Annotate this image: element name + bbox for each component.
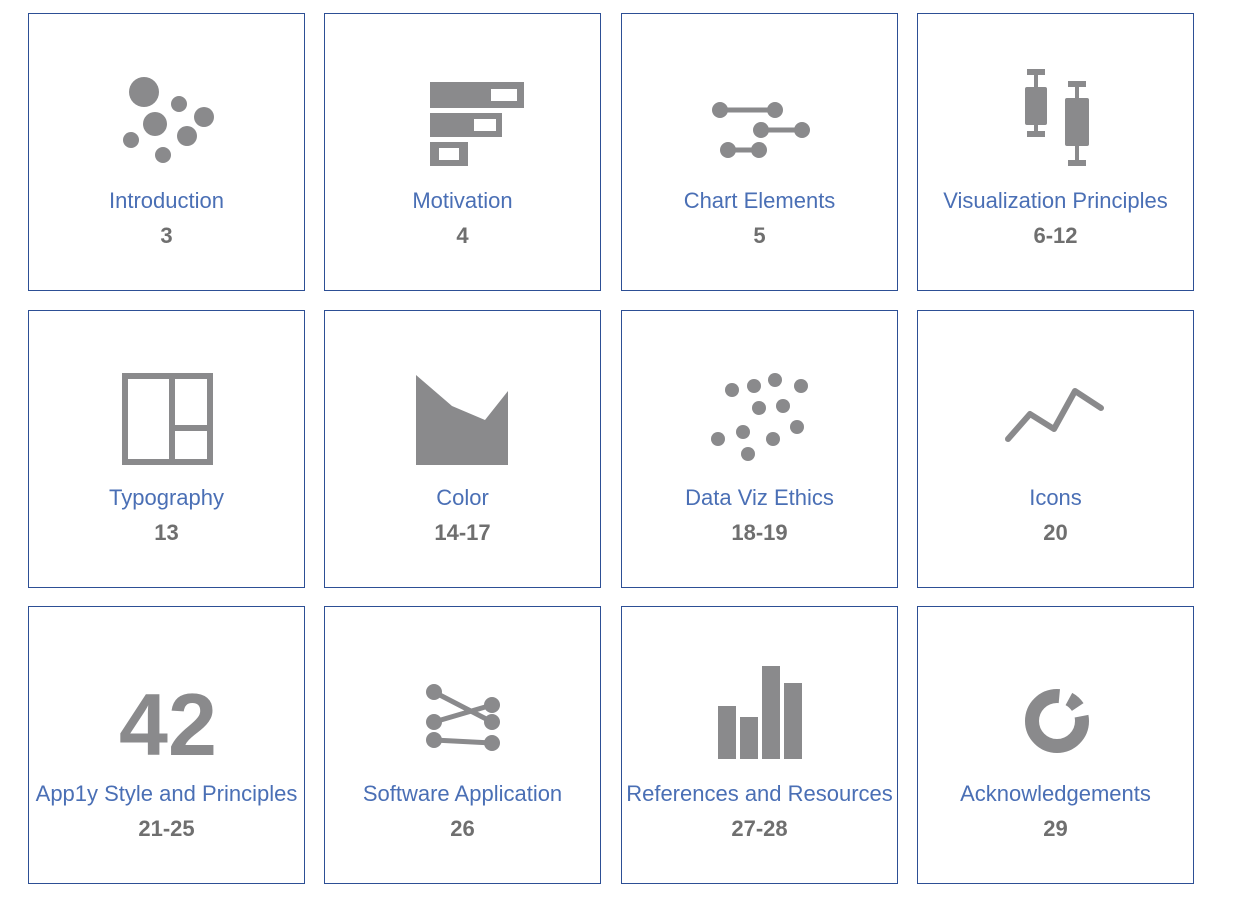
line-trend-icon (918, 311, 1195, 491)
section-pages: 29 (1043, 816, 1068, 841)
section-label: Color (436, 485, 489, 510)
crossing-connections-icon (325, 607, 602, 787)
tile-color[interactable]: Color 14-17 (324, 310, 601, 588)
section-pages: 20 (1043, 520, 1068, 545)
section-pages: 13 (154, 520, 179, 545)
tile-chart-elements[interactable]: Chart Elements 5 (621, 13, 898, 291)
section-label: Visualization Principles (943, 188, 1168, 213)
tile-introduction[interactable]: Introduction 3 (28, 13, 305, 291)
section-label: References and Resources (626, 781, 893, 806)
section-pages: 26 (450, 816, 475, 841)
section-label: Icons (1029, 485, 1082, 510)
section-pages: 27-28 (731, 816, 788, 841)
scatter-dots-icon (622, 311, 899, 491)
tile-acknowledgements[interactable]: Acknowledgements 29 (917, 606, 1194, 884)
section-label: Data Viz Ethics (685, 485, 834, 510)
number-42-text: 42 (119, 675, 217, 774)
section-label: Introduction (109, 188, 224, 213)
section-pages: 21-25 (138, 816, 195, 841)
box-plot-icon (918, 14, 1195, 194)
tile-data-viz-ethics[interactable]: Data Viz Ethics 18-19 (621, 310, 898, 588)
section-pages: 6-12 (1033, 223, 1078, 248)
slider-lines-icon (622, 14, 899, 194)
section-label: Motivation (412, 188, 513, 213)
section-pages: 18-19 (731, 520, 788, 545)
section-pages: 14-17 (434, 520, 491, 545)
section-pages: 3 (160, 223, 173, 248)
section-label: Software Application (362, 781, 563, 806)
bar-chart-icon (622, 607, 899, 787)
section-pages: 5 (753, 223, 766, 248)
section-label: App1y Style and Principles (35, 781, 298, 806)
tile-references-and-resources[interactable]: References and Resources 27-28 (621, 606, 898, 884)
tile-visualization-principles[interactable]: Visualization Principles 6-12 (917, 13, 1194, 291)
layout-grid-icon (29, 311, 306, 491)
donut-chart-icon (918, 607, 1195, 787)
bubble-cluster-icon (29, 14, 306, 194)
tile-typography[interactable]: Typography 13 (28, 310, 305, 588)
section-label: Acknowledgements (960, 781, 1151, 806)
tile-apply-style-and-principles[interactable]: 42 App1y Style and Principles 21-25 (28, 606, 305, 884)
tile-software-application[interactable]: Software Application 26 (324, 606, 601, 884)
section-pages: 4 (456, 223, 469, 248)
tile-icons[interactable]: Icons 20 (917, 310, 1194, 588)
number-42-icon: 42 (29, 607, 306, 787)
section-label: Chart Elements (683, 188, 836, 213)
tile-motivation[interactable]: Motivation 4 (324, 13, 601, 291)
area-shape-icon (325, 311, 602, 491)
section-label: Typography (109, 485, 224, 510)
progress-bars-icon (325, 14, 602, 194)
